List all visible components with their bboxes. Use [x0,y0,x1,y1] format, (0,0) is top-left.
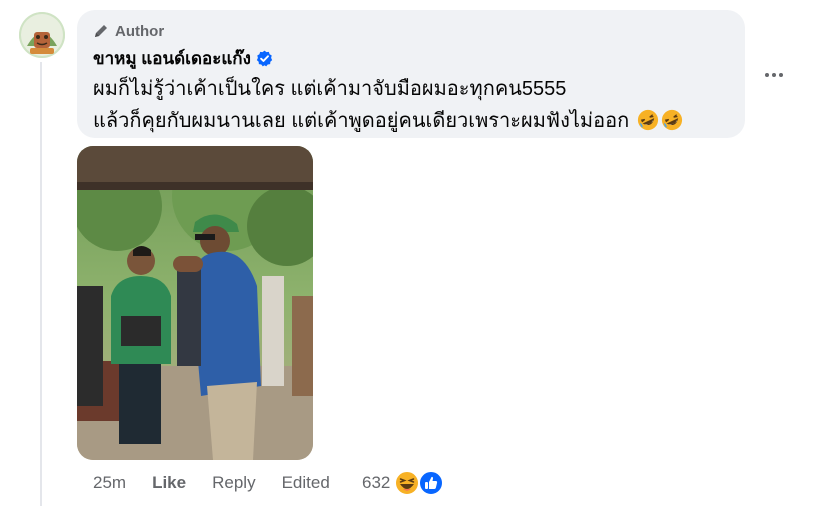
avatar[interactable] [19,12,65,58]
comment-bubble: Author ขาหมู แอนด์เดอะแก๊ง ผมก็ไม่รู้ว่า… [77,10,745,138]
reaction-icons [394,469,448,497]
like-button[interactable]: Like [152,473,186,493]
reaction-count: 632 [362,473,391,492]
verified-badge-icon [256,50,273,67]
thread-line [40,62,42,506]
photo-image [77,146,313,460]
timestamp[interactable]: 25m [93,473,126,493]
haha-reaction-icon [394,470,421,496]
comment-photo[interactable] [77,146,313,460]
author-name[interactable]: ขาหมู แอนด์เดอะแก๊ง [93,45,251,72]
reply-button[interactable]: Reply [212,473,255,493]
pencil-icon [95,25,107,37]
rolling-on-floor-laughing-emoji [637,109,658,131]
comment-text-line-2: แล้วก็คุยกับผมนานเลย แต่เค้าพูดอยู่คนเดี… [93,104,683,136]
more-options-icon[interactable] [762,63,786,87]
reactions-summary[interactable]: 632 [362,469,448,497]
author-badge-label: Author [115,22,165,40]
rolling-on-floor-laughing-emoji [661,109,682,131]
edited-label[interactable]: Edited [282,473,330,493]
like-reaction-icon [418,470,445,496]
comment-text-line-1: ผมก็ไม่รู้ว่าเค้าเป็นใคร แต่เค้ามาจับมือ… [93,78,567,100]
author-row: ขาหมู แอนด์เดอะแก๊ง [93,45,273,72]
avatar-image [19,12,65,58]
comment-text-line-2-text: แล้วก็คุยกับผมนานเลย แต่เค้าพูดอยู่คนเดี… [93,110,630,132]
author-badge: Author [93,22,164,40]
comment-actions: 25m Like Reply Edited [93,472,356,494]
